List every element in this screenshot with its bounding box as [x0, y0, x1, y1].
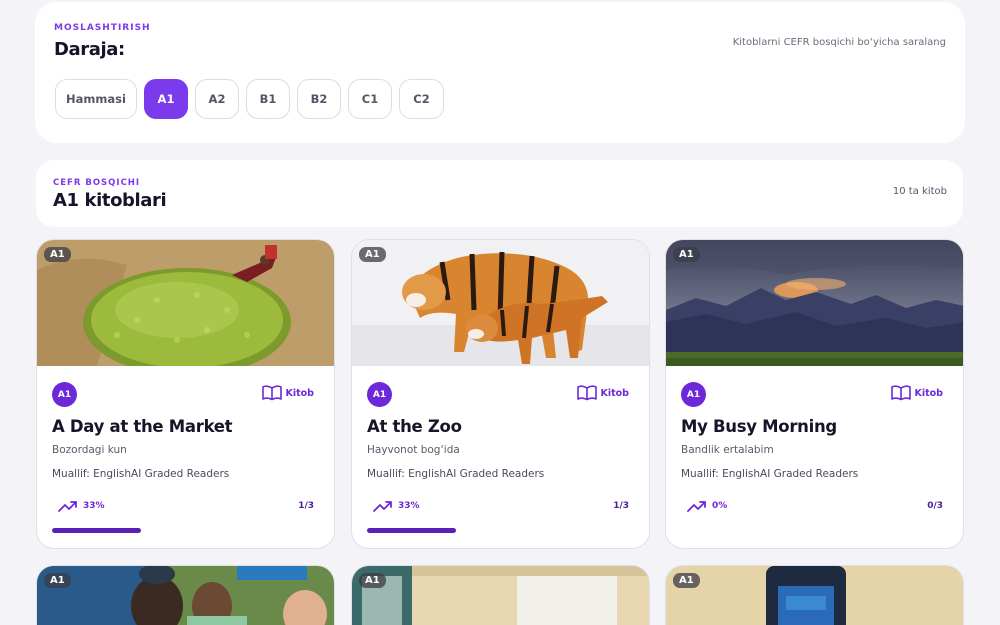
- book-author: Muallif: EnglishAI Graded Readers: [52, 468, 230, 480]
- book-card[interactable]: A1 A1 Kitob At the Zoo Hayvonot bog‘ida …: [351, 239, 650, 549]
- level-chip-c2[interactable]: C2: [399, 79, 444, 119]
- book-type: Kitob: [576, 385, 630, 401]
- book-card[interactable]: A1: [351, 565, 650, 625]
- book-title[interactable]: At the Zoo: [367, 417, 462, 436]
- book-cover-image: [352, 566, 649, 625]
- cover-level-tag: A1: [44, 247, 71, 262]
- book-open-icon: [261, 385, 282, 401]
- book-card[interactable]: A1: [36, 565, 335, 625]
- level-chip-all[interactable]: Hammasi: [55, 79, 137, 119]
- chapter-count: 0/3: [927, 501, 943, 511]
- level-chip-b1[interactable]: B1: [246, 79, 290, 119]
- book-cover-image: [666, 240, 963, 366]
- level-badge: A1: [52, 382, 77, 407]
- progress-row: 33% 1/3: [373, 499, 629, 513]
- filter-eyebrow: MOSLASHTIRISH: [54, 23, 151, 33]
- book-card[interactable]: A1 A1 Kitob A Day at the Market Bozordag…: [36, 239, 335, 549]
- book-open-icon: [890, 385, 911, 401]
- book-cover-image: [37, 566, 334, 625]
- book-subtitle: Hayvonot bog‘ida: [367, 444, 460, 456]
- progress-row: 33% 1/3: [58, 499, 314, 513]
- progress-percent: 33%: [83, 501, 105, 511]
- level-badge: A1: [367, 382, 392, 407]
- book-open-icon: [576, 385, 597, 401]
- progress-percent: 0%: [712, 501, 728, 511]
- cover-level-tag: A1: [359, 573, 386, 588]
- book-type: Kitob: [261, 385, 315, 401]
- cover-level-tag: A1: [44, 573, 71, 588]
- progress-percent: 33%: [398, 501, 420, 511]
- book-cover-image: [37, 240, 334, 366]
- trending-up-icon: [58, 501, 77, 512]
- chapter-count: 1/3: [613, 501, 629, 511]
- filter-hint: Kitoblarni CEFR bosqichi bo‘yicha sarala…: [732, 37, 946, 48]
- section-header: CEFR BOSQICHI A1 kitoblari 10 ta kitob: [36, 160, 963, 227]
- book-card[interactable]: A1: [665, 565, 964, 625]
- level-chip-c1[interactable]: C1: [348, 79, 392, 119]
- book-subtitle: Bandlik ertalabim: [681, 444, 774, 456]
- book-subtitle: Bozordagi kun: [52, 444, 127, 456]
- progress-row: 0% 0/3: [687, 499, 943, 513]
- level-badge: A1: [681, 382, 706, 407]
- level-chip-a2[interactable]: A2: [195, 79, 239, 119]
- book-title[interactable]: A Day at the Market: [52, 417, 233, 436]
- section-eyebrow: CEFR BOSQICHI: [53, 178, 141, 188]
- book-type-label: Kitob: [285, 387, 315, 399]
- cover-level-tag: A1: [673, 247, 700, 262]
- progress-bar: [367, 528, 456, 533]
- chapter-count: 1/3: [298, 501, 314, 511]
- book-title[interactable]: My Busy Morning: [681, 417, 837, 436]
- section-title: A1 kitoblari: [53, 190, 167, 211]
- level-filter-panel: MOSLASHTIRISH Daraja: Kitoblarni CEFR bo…: [35, 2, 965, 143]
- book-card[interactable]: A1 A1 Kitob My Busy Morning Bandlik erta…: [665, 239, 964, 549]
- book-cover-image: [666, 566, 963, 625]
- book-author: Muallif: EnglishAI Graded Readers: [367, 468, 545, 480]
- level-chip-a1[interactable]: A1: [144, 79, 188, 119]
- book-type-label: Kitob: [914, 387, 944, 399]
- trending-up-icon: [373, 501, 392, 512]
- level-chip-b2[interactable]: B2: [297, 79, 341, 119]
- progress-bar: [52, 528, 141, 533]
- cover-level-tag: A1: [359, 247, 386, 262]
- book-type: Kitob: [890, 385, 944, 401]
- book-count: 10 ta kitob: [892, 186, 947, 197]
- book-author: Muallif: EnglishAI Graded Readers: [681, 468, 859, 480]
- book-cover-image: [352, 240, 649, 366]
- book-type-label: Kitob: [600, 387, 630, 399]
- filter-title: Daraja:: [54, 39, 125, 60]
- cover-level-tag: A1: [673, 573, 700, 588]
- trending-up-icon: [687, 501, 706, 512]
